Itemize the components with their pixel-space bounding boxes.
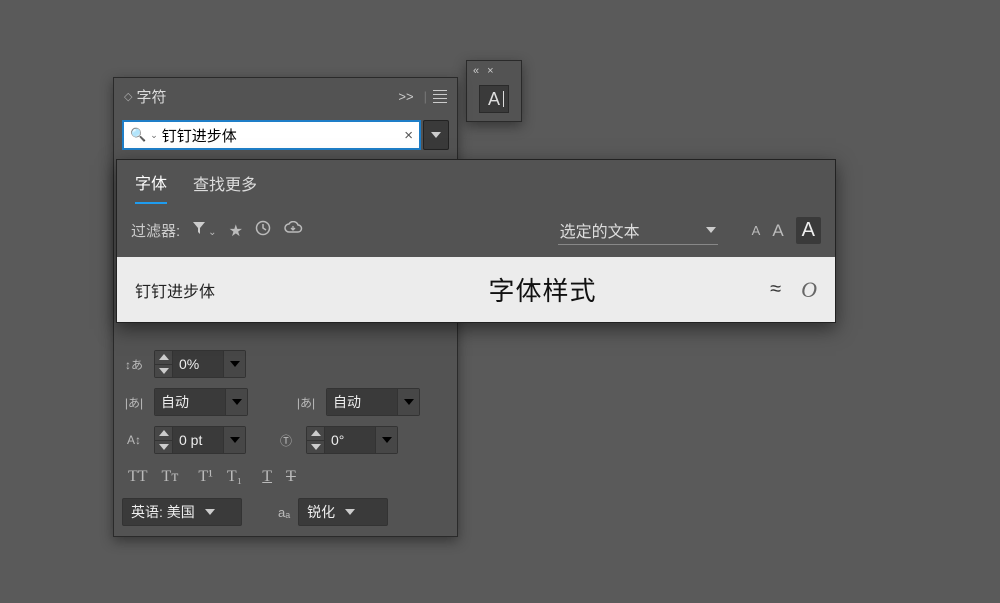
selected-text-label: 选定的文本 [560, 218, 640, 242]
tab-find-more[interactable]: 查找更多 [193, 171, 257, 203]
superscript-button[interactable]: T¹ [198, 468, 213, 486]
tab-fonts[interactable]: 字体 [135, 170, 167, 204]
antialias-select[interactable]: 锐化 [298, 498, 388, 526]
kerning-left-dropdown[interactable] [225, 389, 247, 415]
font-similar-icon[interactable]: ≈ [770, 278, 781, 301]
underline-button[interactable]: T [262, 468, 272, 486]
sample-size-medium[interactable]: A [772, 221, 783, 241]
grip-icon: ◇ [124, 90, 130, 103]
filter-funnel-icon[interactable]: ⌄ [192, 221, 216, 240]
allcaps-button[interactable]: TT [128, 468, 148, 486]
filter-recent-icon[interactable] [255, 220, 271, 241]
tracking-icon: ↕あ [122, 356, 146, 373]
search-icon: 🔍 [130, 127, 146, 143]
character-icon-panel: « × A [466, 60, 522, 122]
font-variable-icon: O [801, 277, 817, 303]
clear-search-icon[interactable]: × [404, 127, 413, 144]
antialias-value: 锐化 [307, 502, 335, 522]
font-family-flyout: 字体 查找更多 过滤器: ⌄ ★ 选定的文本 A A A 钉钉进步体 字体样式 … [116, 159, 836, 323]
baseline-control[interactable]: 0 pt [154, 426, 246, 454]
baseline-shift-icon: A↕ [122, 433, 146, 447]
subscript-button[interactable]: T₁ [227, 468, 242, 486]
font-search-box[interactable]: 🔍 ⌄ × [122, 120, 421, 150]
font-result-row[interactable]: 钉钉进步体 字体样式 ≈ O [117, 257, 835, 322]
font-result-name: 钉钉进步体 [135, 278, 315, 302]
smallcaps-button[interactable]: Tᴛ [162, 468, 179, 486]
kerning-right-dropdown[interactable] [397, 389, 419, 415]
kerning-left-value[interactable]: 自动 [155, 389, 225, 415]
collapse-chevrons-icon[interactable]: >> [398, 89, 413, 104]
sample-size-large[interactable]: A [796, 217, 821, 244]
kerning-right-icon: |あ| [294, 394, 318, 411]
panel-title: 字符 [136, 86, 398, 107]
tracking-value[interactable]: 0% [173, 351, 223, 377]
tracking-control[interactable]: 0% [154, 350, 246, 378]
tracking-dropdown[interactable] [223, 351, 245, 377]
language-value: 英语: 美国 [131, 502, 195, 522]
kerning-left-icon: |あ| [122, 394, 146, 411]
panel-title-bar[interactable]: ◇ 字符 >> | [114, 78, 457, 114]
rotation-control[interactable]: 0° [306, 426, 398, 454]
selected-text-dropdown[interactable]: 选定的文本 [558, 216, 718, 245]
tracking-stepper[interactable] [155, 351, 173, 377]
search-mode-chevron-icon[interactable]: ⌄ [150, 130, 158, 141]
filter-label: 过滤器: [131, 220, 180, 241]
baseline-dropdown[interactable] [223, 427, 245, 453]
kerning-right-control[interactable]: 自动 [326, 388, 420, 416]
panel-menu-icon[interactable] [433, 90, 447, 103]
flyout-tabs: 字体 查找更多 [117, 160, 835, 204]
rotation-icon: Ⓣ [274, 432, 298, 449]
kerning-right-value[interactable]: 自动 [327, 389, 397, 415]
font-search-input[interactable] [162, 127, 401, 144]
rotation-dropdown[interactable] [375, 427, 397, 453]
font-result-sample: 字体样式 [335, 271, 750, 308]
close-icon[interactable]: × [487, 65, 493, 77]
antialias-icon: aₐ [278, 505, 290, 520]
sample-size-small[interactable]: A [752, 223, 761, 238]
rotation-stepper[interactable] [307, 427, 325, 453]
font-dropdown-button[interactable] [423, 120, 449, 150]
strikethrough-button[interactable]: T [286, 468, 296, 486]
filter-cloud-icon[interactable] [283, 221, 303, 240]
language-select[interactable]: 英语: 美国 [122, 498, 242, 526]
rotation-value[interactable]: 0° [325, 427, 375, 453]
character-panel-toggle[interactable]: A [479, 85, 509, 113]
filter-favorite-icon[interactable]: ★ [229, 221, 243, 241]
collapse-icon[interactable]: « [473, 65, 479, 77]
kerning-left-control[interactable]: 自动 [154, 388, 248, 416]
baseline-value[interactable]: 0 pt [173, 427, 223, 453]
baseline-stepper[interactable] [155, 427, 173, 453]
